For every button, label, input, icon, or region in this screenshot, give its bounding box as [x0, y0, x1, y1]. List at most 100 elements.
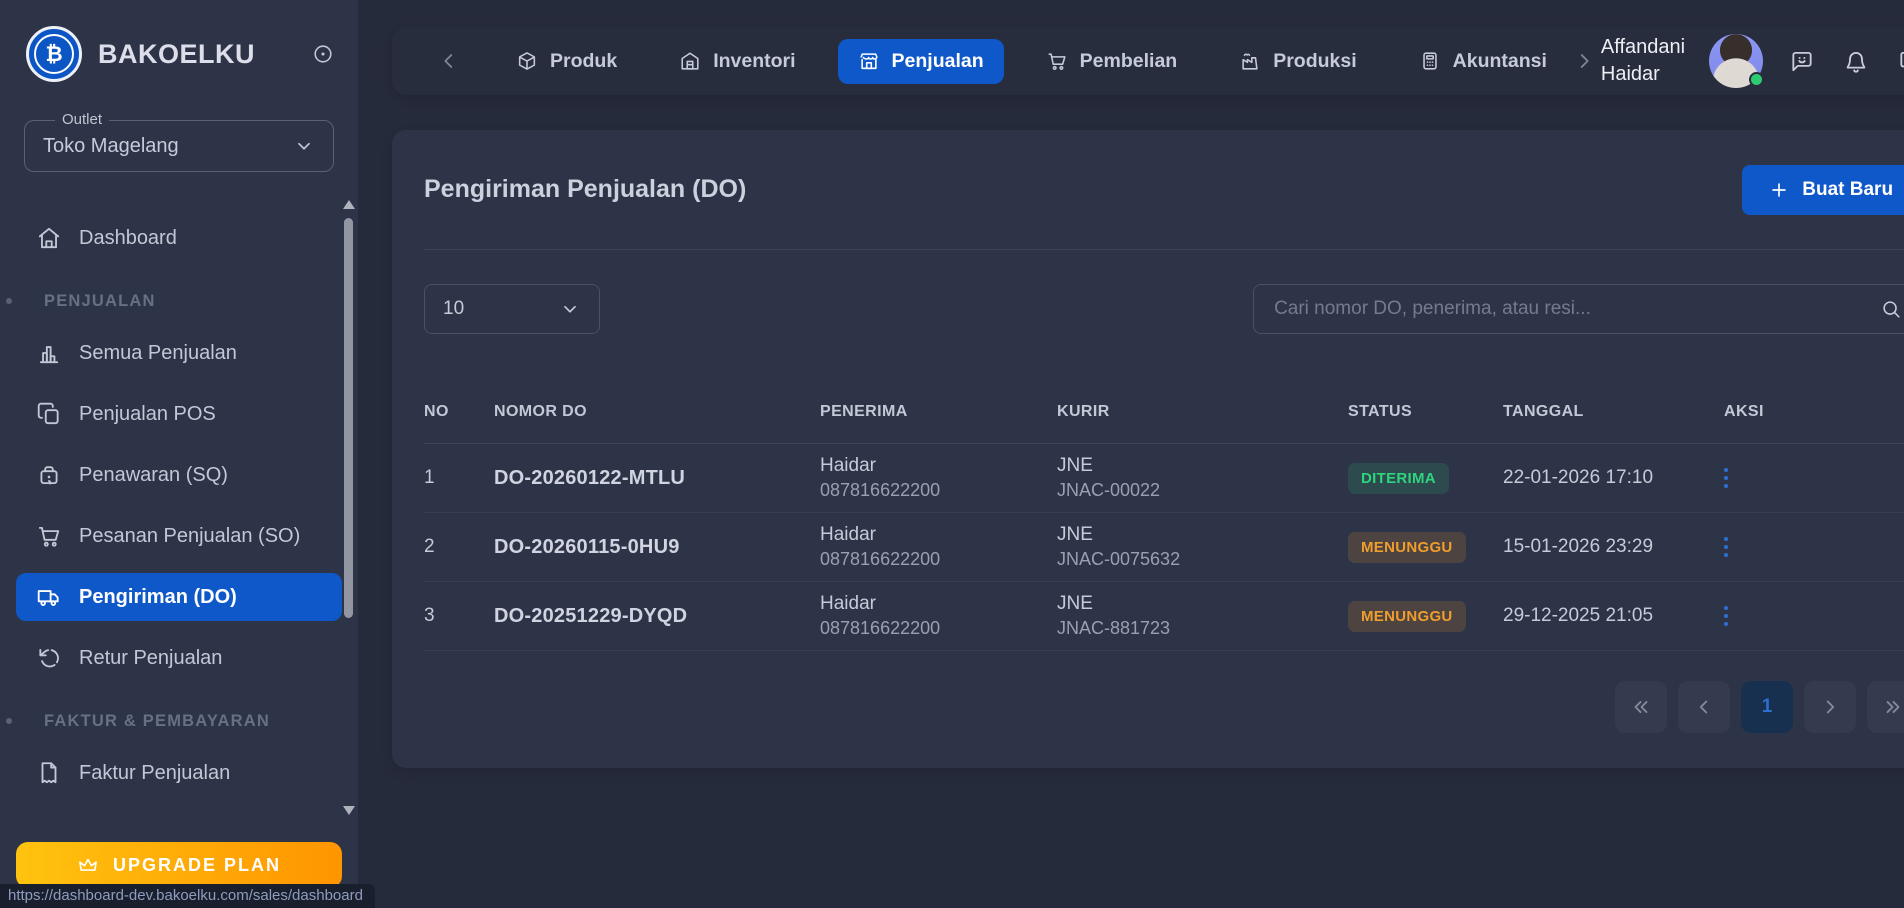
- row-actions-menu-button[interactable]: [1710, 529, 1742, 565]
- tab-label: Produk: [550, 49, 618, 72]
- sidebar-item-semua-penjualan[interactable]: Semua Penjualan: [16, 329, 342, 377]
- penerima-telp: 087816622200: [820, 618, 941, 638]
- brand-name: BAKOELKU: [98, 38, 255, 69]
- sidebar-item-pesanan-penjualan-so[interactable]: Pesanan Penjualan (SO): [16, 512, 342, 560]
- row-actions-menu-button[interactable]: [1710, 460, 1742, 496]
- tab-inventori[interactable]: Inventori: [659, 39, 815, 84]
- cell-penerima: Haidar 087816622200: [820, 455, 1057, 501]
- kurir-resi: JNAC-00022: [1057, 480, 1161, 500]
- col-header-nomor-do: NOMOR DO: [494, 403, 587, 420]
- brand-row: ₿ BAKOELKU: [0, 0, 358, 82]
- cell-no: 1: [424, 467, 435, 488]
- status-url: https://dashboard-dev.bakoelku.com/sales…: [8, 886, 363, 904]
- tab-penjualan[interactable]: Penjualan: [837, 38, 1004, 84]
- bar-chart-icon: [39, 346, 59, 364]
- cell-nomor-do: DO-20251229-DYQD: [494, 604, 688, 627]
- pagination-first-button[interactable]: [1615, 681, 1668, 733]
- penerima-telp: 087816622200: [820, 549, 941, 569]
- display-mode-button[interactable]: [1895, 46, 1904, 76]
- app-root: ₿ BAKOELKU Outlet Toko Magelang Dashboar…: [0, 0, 1904, 908]
- sidebar-item-penawaran-sq[interactable]: Penawaran (SQ): [16, 451, 342, 499]
- tab-label: Penjualan: [891, 49, 984, 72]
- kurir-nama: JNE: [1057, 524, 1093, 545]
- penerima-nama: Haidar: [820, 524, 876, 545]
- tab-akuntansi[interactable]: Akuntansi: [1399, 39, 1567, 84]
- copy-icon: [37, 402, 59, 425]
- row-actions-menu-button[interactable]: [1710, 598, 1742, 634]
- sidebar-item-label: Retur Penjualan: [79, 646, 223, 669]
- outlet-label: Outlet: [55, 111, 110, 128]
- sidebar-item-penjualan-pos[interactable]: Penjualan POS: [16, 390, 342, 438]
- search-icon: [1883, 301, 1900, 318]
- kurir-resi: JNAC-881723: [1057, 618, 1171, 638]
- sidebar-item-label: Penawaran (SQ): [79, 463, 228, 486]
- cell-nomor-do: DO-20260122-MTLU: [494, 466, 686, 489]
- create-new-button[interactable]: Buat Baru: [1742, 164, 1904, 215]
- upgrade-plan-label: UPGRADE PLAN: [112, 854, 281, 875]
- table-header-row: NO NOMOR DO PENERIMA KURIR STATUS TANGGA…: [424, 366, 1904, 444]
- sidebar-collapse-button[interactable]: [312, 43, 334, 65]
- status-badge: DITERIMA: [1348, 462, 1449, 494]
- feedback-button[interactable]: [1787, 46, 1817, 76]
- chevrons-left-icon: [1634, 701, 1648, 713]
- penerima-nama: Haidar: [820, 455, 876, 476]
- card-header: Pengiriman Penjualan (DO) Buat Baru: [424, 130, 1904, 250]
- sidebar-item-dashboard[interactable]: Dashboard: [16, 214, 342, 262]
- user-name[interactable]: Affandani Haidar: [1601, 34, 1685, 88]
- status-badge: MENUNGGU: [1348, 531, 1466, 563]
- pagination: 1: [424, 681, 1904, 733]
- tab-pembelian[interactable]: Pembelian: [1026, 39, 1198, 84]
- kurir-nama: JNE: [1057, 593, 1093, 614]
- col-header-penerima: PENERIMA: [820, 403, 908, 420]
- chevrons-right-icon: [1886, 701, 1900, 713]
- table-row: 2 DO-20260115-0HU9 Haidar 087816622200 J…: [424, 513, 1904, 582]
- upgrade-plan-button[interactable]: UPGRADE PLAN: [16, 842, 342, 888]
- rotate-ccw-icon: [39, 648, 59, 668]
- scrollbar-thumb[interactable]: [344, 218, 353, 618]
- sidebar-item-retur-penjualan[interactable]: Retur Penjualan: [16, 634, 342, 682]
- sidebar-nav: Dashboard PENJUALAN Semua Penjualan Penj…: [0, 214, 358, 842]
- invoice-icon: [41, 762, 57, 784]
- page-size-select[interactable]: 10: [424, 284, 600, 334]
- col-header-no: NO: [424, 403, 449, 420]
- tab-produksi[interactable]: Produksi: [1219, 39, 1376, 84]
- scroll-up-arrow[interactable]: [343, 200, 355, 209]
- outlet-select[interactable]: Outlet Toko Magelang: [24, 111, 334, 172]
- kurir-resi: JNAC-0075632: [1057, 549, 1181, 569]
- crown-icon: [79, 858, 97, 871]
- cell-tanggal: 22-01-2026 17:10: [1503, 467, 1654, 488]
- scroll-down-arrow[interactable]: [343, 806, 355, 815]
- pagination-prev-button[interactable]: [1678, 681, 1731, 733]
- sidebar-item-faktur-penjualan[interactable]: Faktur Penjualan: [16, 749, 342, 797]
- pagination-page-1-button[interactable]: 1: [1741, 681, 1794, 733]
- cell-kurir: JNE JNAC-0075632: [1057, 524, 1348, 570]
- outlet-value: Toko Magelang: [43, 134, 179, 157]
- brand-logo: ₿: [26, 26, 82, 82]
- cell-penerima: Haidar 087816622200: [820, 593, 1057, 639]
- quote-bag-icon: [40, 466, 58, 485]
- pagination-next-button[interactable]: [1804, 681, 1857, 733]
- sidebar-item-label: Pengiriman (DO): [79, 585, 237, 608]
- nav-scroll-left-button[interactable]: [432, 44, 466, 78]
- notifications-button[interactable]: [1841, 46, 1871, 76]
- chevron-left-icon: [1699, 700, 1708, 714]
- topnav-right: Affandani Haidar: [1601, 34, 1904, 88]
- col-header-tanggal: TANGGAL: [1503, 403, 1584, 420]
- tab-label: Produksi: [1273, 49, 1357, 72]
- nav-scroll-right-button[interactable]: [1567, 44, 1601, 78]
- chevron-down-icon: [564, 305, 576, 313]
- cell-penerima: Haidar 087816622200: [820, 524, 1057, 570]
- storefront-icon: [859, 53, 878, 70]
- avatar[interactable]: [1709, 34, 1765, 88]
- sidebar-item-label: Dashboard: [79, 226, 177, 249]
- page-title: Pengiriman Penjualan (DO): [424, 175, 747, 203]
- col-header-aksi: AKSI: [1724, 403, 1764, 420]
- search-input[interactable]: [1274, 298, 1881, 320]
- sidebar-item-pengiriman-do[interactable]: Pengiriman (DO): [16, 573, 342, 621]
- col-header-status: STATUS: [1348, 403, 1413, 420]
- pagination-last-button[interactable]: [1867, 681, 1904, 733]
- top-navbar: Produk Inventori Penjualan Pembelian Pro…: [392, 27, 1904, 95]
- sidebar-item-label: Semua Penjualan: [79, 341, 237, 364]
- tab-produk[interactable]: Produk: [496, 39, 637, 84]
- calculator-icon: [1422, 52, 1437, 70]
